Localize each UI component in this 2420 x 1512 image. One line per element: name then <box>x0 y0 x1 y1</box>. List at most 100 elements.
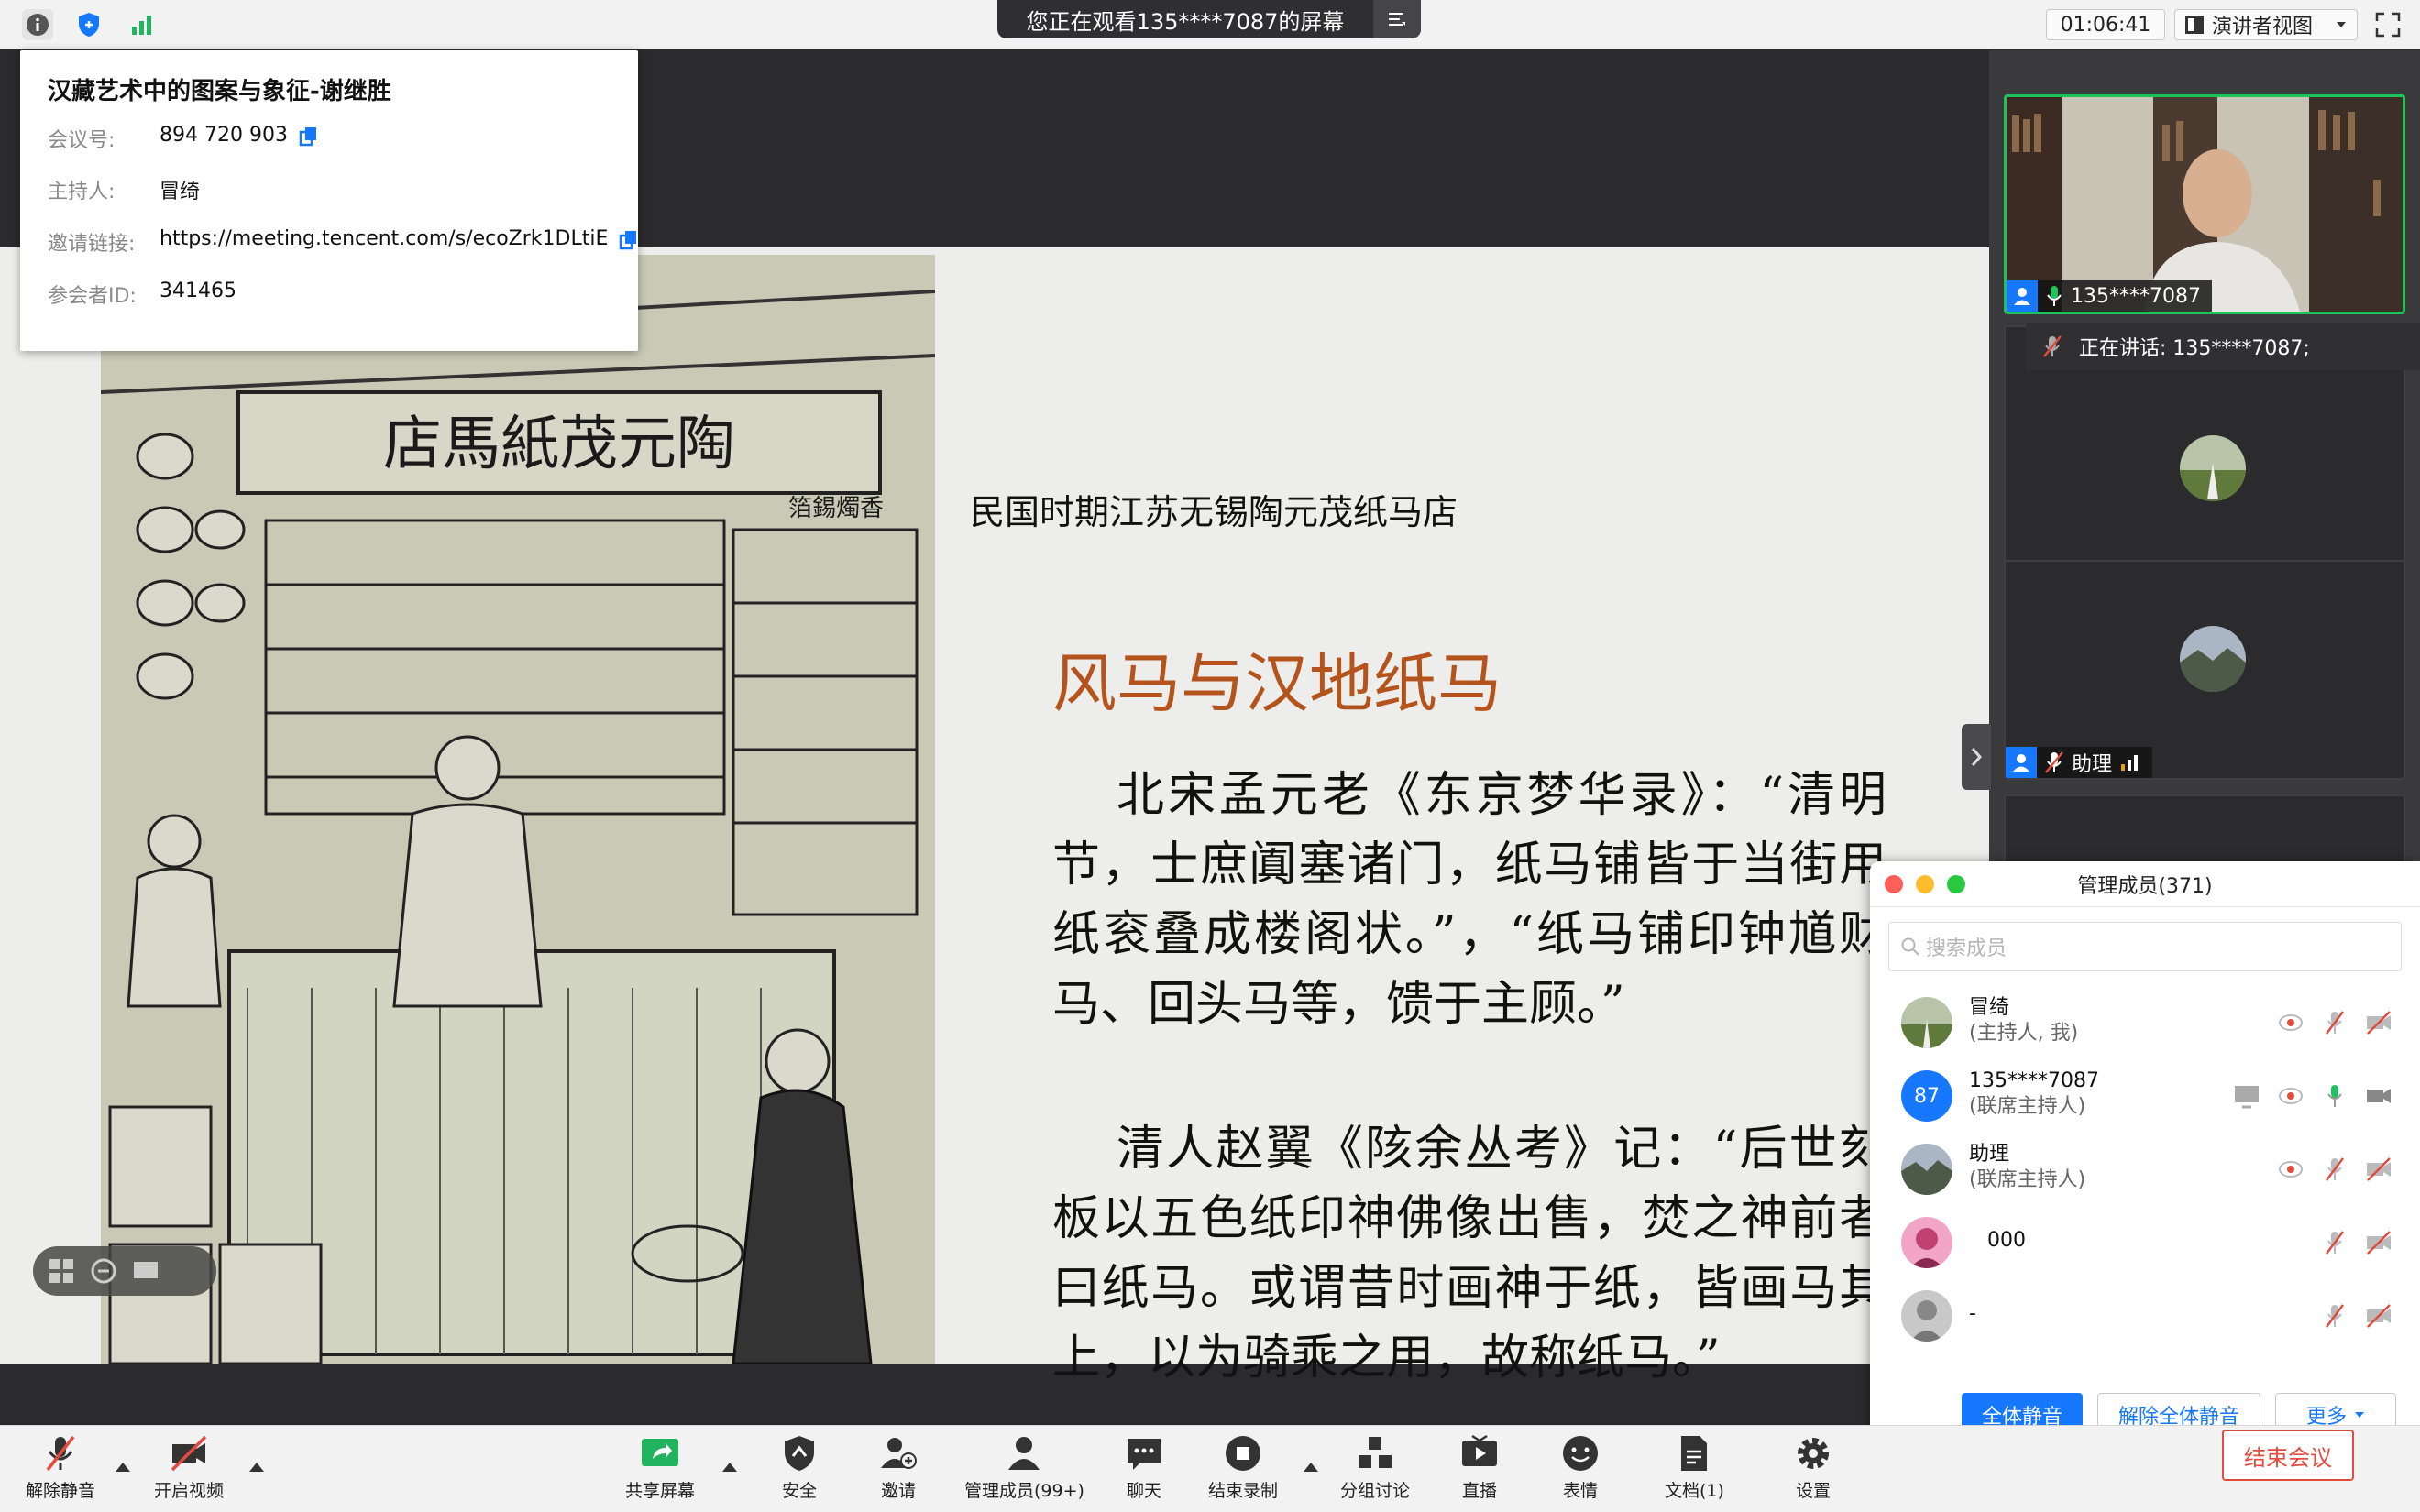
add-user-icon <box>881 1438 917 1469</box>
audio-options-caret[interactable] <box>116 1463 130 1472</box>
video-tile-assistant[interactable]: 助理 <box>2004 560 2405 780</box>
members-header: 管理成员(371) <box>1870 861 2420 907</box>
copy-link-icon[interactable] <box>619 230 639 250</box>
avatar <box>1901 1217 1952 1268</box>
members-icon <box>1008 1437 1040 1470</box>
slide-heading: 风马与汉地纸马 <box>1052 646 1502 721</box>
camera-off-icon[interactable] <box>2365 1303 2392 1329</box>
recording-options-caret[interactable] <box>1304 1463 1318 1472</box>
assistant-name-tag: 助理 <box>2006 747 2153 778</box>
live-label: 直播 <box>1461 1481 1497 1501</box>
camera-off-icon[interactable] <box>2365 1010 2392 1035</box>
invite-link-row: 邀请链接: https://meeting.tencent.com/s/ecoZ… <box>48 227 639 257</box>
invite-button[interactable]: 邀请 <box>878 1433 918 1507</box>
avatar <box>1901 997 1952 1048</box>
screen-share-icon[interactable] <box>2233 1083 2260 1109</box>
record-icon[interactable] <box>2277 1010 2304 1035</box>
screen-share-banner[interactable]: 您正在观看135****7087的屏幕 <box>997 0 1421 38</box>
host-avatar <box>2180 435 2246 501</box>
video-options-caret[interactable] <box>249 1463 264 1472</box>
breakout-button[interactable]: 分组讨论 <box>1340 1433 1410 1507</box>
record-icon[interactable] <box>2277 1083 2304 1109</box>
speaker-video <box>2007 97 2403 312</box>
shield-icon[interactable] <box>73 9 104 40</box>
mic-muted-icon[interactable] <box>2321 1010 2348 1035</box>
chat-button[interactable]: 聊天 <box>1124 1433 1164 1507</box>
copy-icon[interactable] <box>299 126 319 147</box>
camera-off-icon[interactable] <box>2365 1156 2392 1182</box>
member-row[interactable]: 87 135****7087 (联席主持人) <box>1870 1059 2420 1133</box>
chevron-down-icon <box>2355 1412 2364 1418</box>
unmute-button[interactable]: 解除静音 <box>26 1433 95 1507</box>
mic-muted-icon <box>2045 751 2063 773</box>
reactions-label: 表情 <box>1562 1481 1598 1501</box>
collapse-panel-button[interactable] <box>1962 724 1991 790</box>
start-video-button[interactable]: 开启视频 <box>154 1433 224 1507</box>
minimize-window-button[interactable] <box>1916 875 1934 893</box>
settings-button[interactable]: 设置 <box>1793 1433 1833 1507</box>
participant-id-label: 参会者ID: <box>48 285 137 308</box>
member-name: 助理 <box>1969 1143 2010 1166</box>
document-icon <box>1681 1436 1708 1471</box>
breakout-icon <box>1358 1437 1392 1468</box>
zoom-icon[interactable] <box>90 1257 117 1285</box>
members-title: 管理成员(371) <box>2077 874 2213 898</box>
security-button[interactable]: 安全 <box>779 1433 820 1507</box>
annotation-controls[interactable] <box>33 1246 216 1296</box>
user-icon <box>2007 280 2038 312</box>
slide-paragraph-1: 北宋孟元老《东京梦华录》：“清明节，士庶阗塞诸门，纸马铺皆于当街用纸衮叠成楼阁状… <box>1052 768 1886 1032</box>
share-options-caret[interactable] <box>722 1463 737 1472</box>
view-mode-dropdown[interactable]: 演讲者视图 <box>2174 9 2358 40</box>
meeting-title: 汉藏艺术中的图案与象征-谢继胜 <box>48 78 391 105</box>
end-meeting-button[interactable]: 结束会议 <box>2222 1430 2354 1481</box>
fullscreen-icon[interactable] <box>2374 11 2402 38</box>
assistant-name: 助理 <box>2072 753 2113 776</box>
settings-label: 设置 <box>1795 1481 1831 1501</box>
invite-link-value[interactable]: https://meeting.tencent.com/s/ecoZrk1DLt… <box>160 227 608 257</box>
member-row[interactable]: 000 <box>1870 1206 2420 1279</box>
mic-muted-icon <box>2043 335 2062 357</box>
signal-icon <box>2121 755 2139 771</box>
view-mode-label: 演讲者视图 <box>2212 16 2314 38</box>
mic-muted-icon[interactable] <box>2321 1303 2348 1329</box>
slide-caption: 民国时期江苏无锡陶元茂纸马店 <box>970 492 1458 532</box>
avatar <box>1901 1144 1952 1195</box>
camera-off-icon <box>170 1435 207 1472</box>
member-search-input[interactable]: 搜索成员 <box>1888 922 2402 971</box>
signal-icon[interactable] <box>126 9 158 40</box>
docs-button[interactable]: 文档(1) <box>1665 1433 1724 1507</box>
manage-members-button[interactable]: 管理成员(99+) <box>964 1433 1084 1507</box>
avatar <box>1901 1290 1952 1342</box>
stop-record-icon <box>1226 1436 1260 1471</box>
record-icon[interactable] <box>2277 1156 2304 1182</box>
meeting-info-popup: 汉藏艺术中的图案与象征-谢继胜 会议号: 894 720 903 主持人: 冒绮… <box>20 50 638 351</box>
host-value: 冒绮 <box>160 181 201 203</box>
top-bar: 您正在观看135****7087的屏幕 01:06:41 演讲者视图 <box>0 0 2420 49</box>
meeting-id-value: 894 720 903 <box>160 124 288 147</box>
grid-icon[interactable] <box>48 1257 75 1285</box>
end-recording-button[interactable]: 结束录制 <box>1208 1433 1278 1507</box>
reactions-button[interactable]: 表情 <box>1560 1433 1600 1507</box>
member-row[interactable]: 冒绮 (主持人, 我) <box>1870 986 2420 1059</box>
member-row[interactable]: 助理 (联席主持人) <box>1870 1133 2420 1206</box>
manage-members-label: 管理成员(99+) <box>964 1481 1084 1501</box>
close-window-button[interactable] <box>1885 875 1903 893</box>
mic-muted-icon[interactable] <box>2321 1230 2348 1255</box>
mic-on-icon <box>2047 286 2062 306</box>
camera-off-icon[interactable] <box>2365 1230 2392 1255</box>
live-button[interactable]: 直播 <box>1459 1433 1500 1507</box>
camera-icon[interactable] <box>2365 1083 2392 1109</box>
video-tile-speaker[interactable]: 135****7087 <box>2004 94 2405 314</box>
search-icon <box>1901 937 1920 956</box>
bottom-toolbar: 解除静音 开启视频 共享屏幕 安全 邀请 管理成员(99+) 聊天 结束录制 分… <box>0 1425 2420 1512</box>
mic-muted-icon[interactable] <box>2321 1156 2348 1182</box>
speaking-text: 正在讲话: 135****7087; <box>2079 337 2310 360</box>
banner-menu-icon[interactable] <box>1373 0 1421 38</box>
share-screen-button[interactable]: 共享屏幕 <box>625 1433 695 1507</box>
info-icon[interactable] <box>22 9 53 40</box>
mic-on-icon[interactable] <box>2321 1083 2348 1109</box>
member-row[interactable]: - <box>1870 1279 2420 1353</box>
zoom-window-button[interactable] <box>1947 875 1965 893</box>
speaking-indicator: 正在讲话: 135****7087; <box>2026 323 2420 370</box>
screen-icon[interactable] <box>132 1257 160 1285</box>
